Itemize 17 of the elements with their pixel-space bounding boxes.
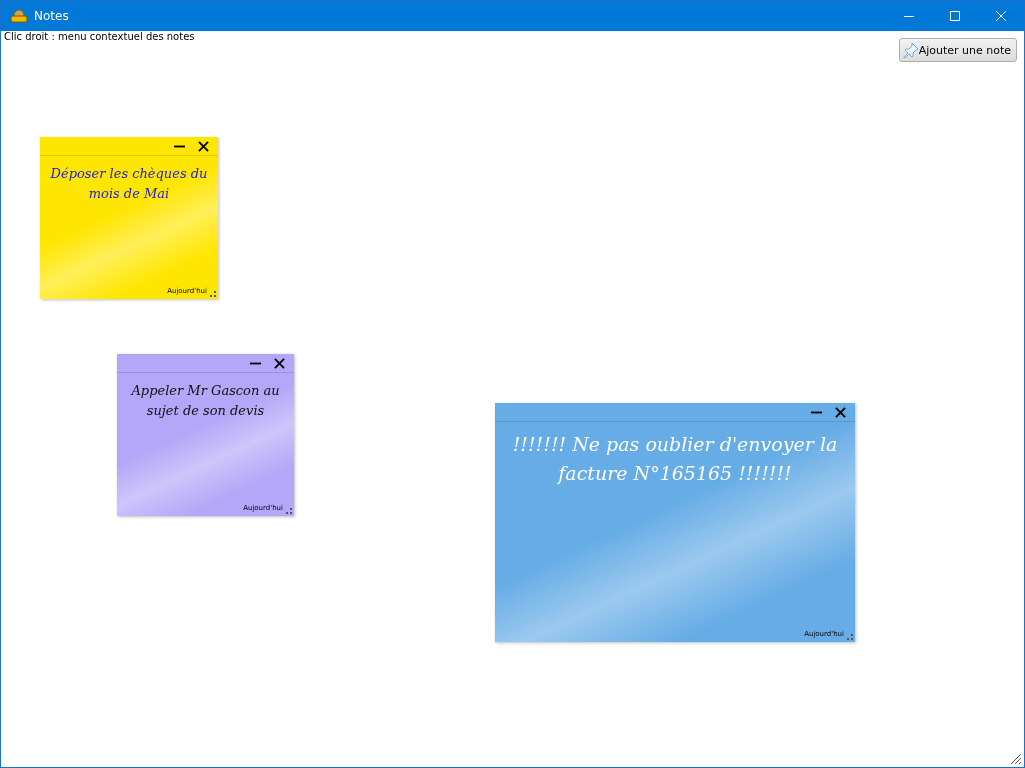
window-title: Notes xyxy=(34,9,69,23)
pushpin-icon xyxy=(902,42,919,58)
window-resize-grip-icon[interactable] xyxy=(1010,753,1022,765)
note-text: Déposer les chèques du mois de Mai xyxy=(49,165,209,204)
close-icon xyxy=(995,10,1007,22)
note-text: !!!!!!! Ne pas oublier d'envoyer la facture N°165165 !!!!!!! xyxy=(511,432,839,487)
maximize-icon xyxy=(949,10,961,22)
close-icon[interactable] xyxy=(198,140,209,152)
hint-text: Clic droit : menu contextuel des notes xyxy=(4,31,195,42)
resize-grip-icon[interactable] xyxy=(847,634,853,640)
resize-grip-icon[interactable] xyxy=(286,508,292,514)
close-icon[interactable] xyxy=(274,357,285,369)
note-text: Appeler Mr Gascon au sujet de son devis xyxy=(129,382,281,421)
add-note-button[interactable]: Ajouter une note xyxy=(898,38,1017,62)
resize-grip-icon[interactable] xyxy=(210,291,216,297)
close-icon[interactable] xyxy=(835,406,846,418)
app-logo-icon xyxy=(10,9,28,23)
